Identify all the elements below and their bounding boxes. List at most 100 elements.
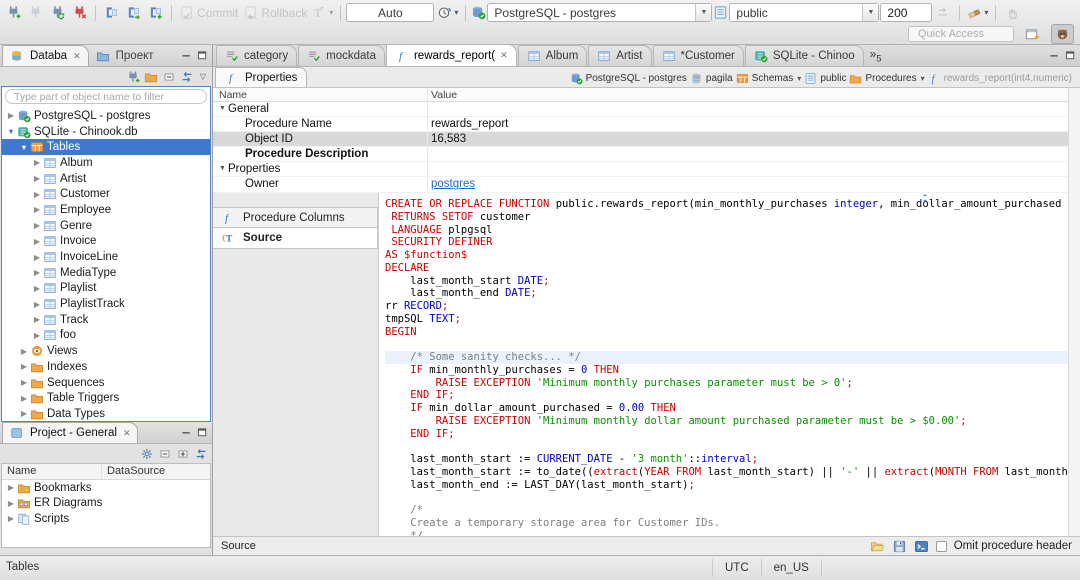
expand-arrow-icon[interactable]: ▶ [31, 174, 43, 183]
connection-combo[interactable]: PostgreSQL - postgres ▼ [487, 3, 713, 22]
tree-item-data-types[interactable]: ▶ Data Types [2, 406, 210, 421]
sql-editor-recent-button[interactable] [123, 2, 144, 23]
close-icon[interactable]: ✕ [73, 51, 81, 62]
tree-item-customer[interactable]: ▶ Customer [2, 186, 210, 202]
column-header-name[interactable]: Name [219, 89, 247, 101]
open-perspective-button[interactable] [1021, 24, 1044, 44]
disconnect-button[interactable] [69, 2, 90, 23]
property-value[interactable]: postgres [431, 178, 475, 190]
tree-item-table-triggers[interactable]: ▶ Table Triggers [2, 390, 210, 406]
minimize-icon[interactable] [180, 426, 193, 439]
fetch-page-button[interactable] [933, 2, 954, 23]
editor-tab-mockdata[interactable]: mockdata [298, 45, 385, 66]
pointer-tool-button[interactable] [1001, 2, 1022, 23]
commit-button[interactable]: Commit [177, 2, 240, 23]
tree-item-foo[interactable]: ▶ foo [2, 328, 210, 344]
expand-arrow-icon[interactable]: ▶ [18, 347, 30, 356]
maximize-icon[interactable] [1064, 49, 1077, 62]
expand-arrow-icon[interactable]: ▶ [5, 499, 17, 508]
source-code[interactable]: CREATE OR REPLACE FUNCTION public.reward… [379, 198, 1068, 536]
column-header-datasource[interactable]: DataSource [102, 464, 170, 479]
expand-arrow-icon[interactable]: ▶ [31, 205, 43, 214]
expand-arrow-icon[interactable]: ▶ [18, 409, 30, 418]
tab-project-general[interactable]: Project - General ✕ [2, 422, 139, 443]
connect-button[interactable] [3, 2, 24, 23]
schema-combo[interactable]: public ▼ [729, 3, 880, 22]
rollback-button[interactable]: Rollback [241, 2, 309, 23]
dbeaver-perspective-button[interactable] [1051, 24, 1074, 44]
tree-item-postgresql-postgres[interactable]: ▶ PostgreSQL - postgres [2, 108, 210, 124]
project-item-bookmarks[interactable]: ▶ Bookmarks [2, 480, 210, 496]
new-connection-icon[interactable] [126, 70, 140, 84]
expand-arrow-icon[interactable]: ▶ [18, 378, 30, 387]
breadcrumb-rewards-report-int4-numeric[interactable]: f rewards_report(int4,numeric) [928, 72, 1072, 85]
breadcrumb-public[interactable]: public [804, 72, 846, 85]
expand-arrow-icon[interactable]: ▶ [18, 394, 30, 403]
column-header-value[interactable]: Value [431, 89, 457, 101]
expand-all-icon[interactable] [176, 447, 190, 461]
editor-tab-customer[interactable]: *Customer [652, 45, 744, 66]
sash-collapse-handle[interactable] [916, 193, 934, 204]
property-row-procedure-name[interactable]: Procedure Name rewards_report [213, 117, 1068, 133]
editor-subtab-procedure-columns[interactable]: f Procedure Columns [213, 207, 378, 228]
expand-arrow-icon[interactable]: ▶ [31, 268, 43, 277]
project-item-er-diagrams[interactable]: ▶ ER Diagrams [2, 495, 210, 511]
expand-arrow-icon[interactable]: ▶ [31, 331, 43, 340]
save-to-file-icon[interactable] [892, 539, 907, 554]
link-with-editor-icon[interactable] [180, 70, 194, 84]
tree-item-album[interactable]: ▶ Album [2, 155, 210, 171]
tree-item-sequences[interactable]: ▶ Sequences [2, 375, 210, 391]
column-header-name[interactable]: Name [2, 464, 102, 479]
minimize-icon[interactable] [1048, 49, 1061, 62]
tree-item-indexes[interactable]: ▶ Indexes [2, 359, 210, 375]
breadcrumb-postgresql-postgres[interactable]: PostgreSQL - postgres [570, 72, 687, 85]
tab-overflow-button[interactable]: »5 [870, 47, 882, 63]
expand-arrow-icon[interactable]: ▶ [5, 483, 17, 492]
project-item-scripts[interactable]: ▶ Scripts [2, 511, 210, 527]
tab-properties[interactable]: f Properties [215, 67, 308, 87]
database-tree[interactable]: ▶ PostgreSQL - postgres ▼ SQLite - Chinook.… [2, 108, 210, 421]
locale-cell[interactable]: en_US [760, 559, 822, 577]
collapse-all-icon[interactable] [158, 447, 172, 461]
expand-arrow-icon[interactable]: ▶ [18, 362, 30, 371]
tree-item-tables[interactable]: ▼ Tables [2, 139, 210, 156]
editor-subtab-source[interactable]: T Source [213, 228, 378, 249]
new-folder-icon[interactable] [144, 70, 158, 84]
expand-arrow-icon[interactable]: ▶ [31, 221, 43, 230]
expand-arrow-icon[interactable]: ▶ [31, 190, 43, 199]
fetch-size-field[interactable]: 200 [880, 3, 933, 22]
expand-arrow-icon[interactable]: ▶ [31, 158, 43, 167]
editor-tab-category[interactable]: category [216, 45, 298, 66]
editor-tab-sqlite-chinoo[interactable]: SQLite - Chinoo [744, 45, 864, 66]
maximize-icon[interactable] [196, 49, 209, 62]
editor-tab-album[interactable]: Album [517, 45, 588, 66]
breadcrumb-pagila[interactable]: pagila [690, 72, 733, 85]
load-from-file-icon[interactable] [870, 539, 885, 554]
clear-button[interactable]: ▾ [965, 2, 990, 23]
view-menu-icon[interactable]: ▽ [198, 72, 208, 81]
omit-procedure-header-checkbox[interactable] [935, 540, 947, 552]
settings-gear-icon[interactable] [140, 447, 154, 461]
editor-tab-rewards-report[interactable]: f rewards_report(✕ [385, 44, 517, 66]
property-row-object-id[interactable]: Object ID 16,583 [213, 132, 1068, 148]
sql-editor-button[interactable] [101, 2, 122, 23]
column-divider[interactable] [427, 88, 428, 193]
tree-item-track[interactable]: ▶ Track [2, 312, 210, 328]
transaction-mode-button[interactable]: T * ▾ [310, 2, 335, 23]
caret-down-icon[interactable]: ▼ [695, 4, 712, 21]
tree-item-mediatype[interactable]: ▶ MediaType [2, 265, 210, 281]
maximize-icon[interactable] [196, 426, 209, 439]
transaction-log-button[interactable]: ▾ [435, 2, 460, 23]
tab-database-navigator[interactable]: Databa ✕ [2, 45, 89, 66]
tree-item-views[interactable]: ▶ Views [2, 343, 210, 359]
tree-item-sqlite-chinook-db[interactable]: ▼ SQLite - Chinook.db [2, 124, 210, 140]
property-row-procedure-description[interactable]: Procedure Description [213, 147, 1068, 163]
link-with-editor-icon[interactable] [194, 447, 208, 461]
close-icon[interactable]: ✕ [500, 50, 508, 61]
collapse-arrow-icon[interactable]: ▼ [18, 143, 30, 152]
expand-arrow-icon[interactable]: ▶ [31, 300, 43, 309]
open-in-sql-console-icon[interactable] [914, 539, 929, 554]
caret-down-icon[interactable]: ▼ [862, 4, 879, 21]
expand-arrow-icon[interactable]: ▶ [5, 514, 17, 523]
collapse-all-icon[interactable] [162, 70, 176, 84]
